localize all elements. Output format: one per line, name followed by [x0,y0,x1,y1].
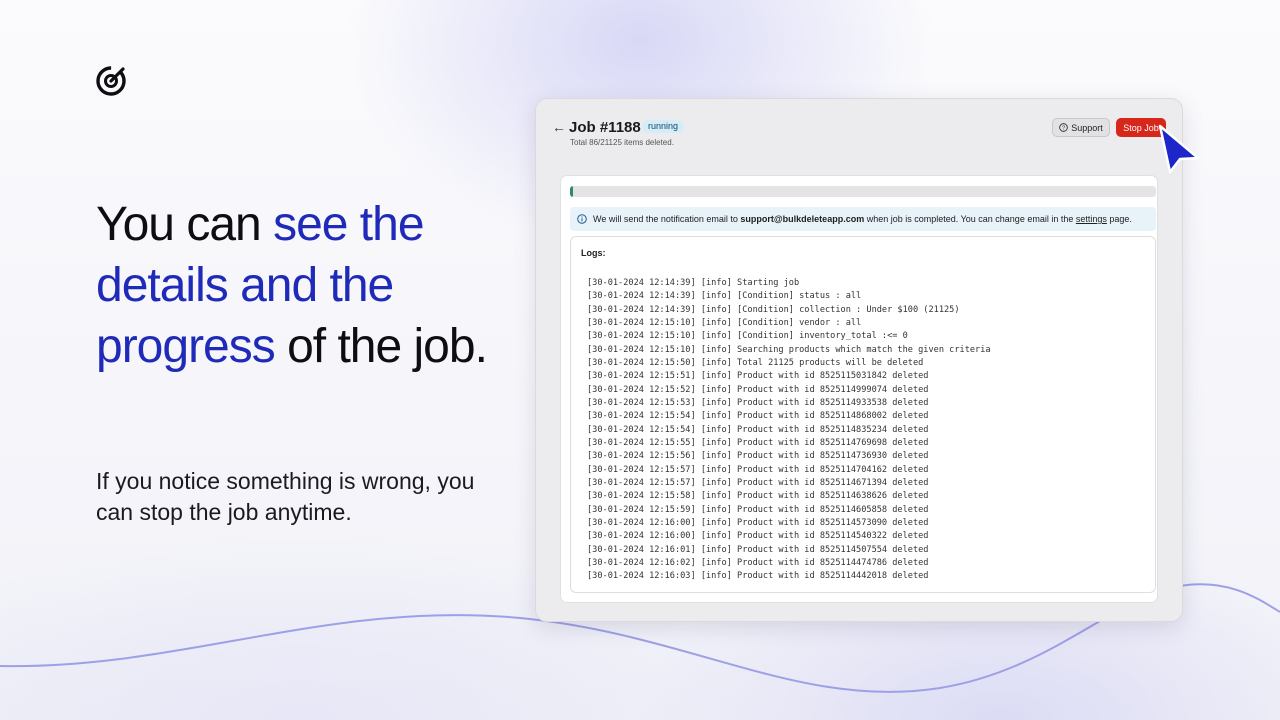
page-title: Job #1188 [569,119,641,136]
stop-job-button-label: Stop Job [1123,122,1159,133]
job-details-card: We will send the notification email to s… [560,175,1158,603]
log-line: [30-01-2024 12:15:52] [info] Product wit… [587,384,929,395]
progress-bar [570,186,1156,197]
log-line: [30-01-2024 12:16:00] [info] Product wit… [587,517,929,528]
log-line: [30-01-2024 12:15:51] [info] Product wit… [587,371,929,382]
log-line: [30-01-2024 12:15:57] [info] Product wit… [587,464,929,475]
log-line: [30-01-2024 12:15:53] [info] Product wit… [587,397,929,408]
log-line: [30-01-2024 12:15:55] [info] Product wit… [587,437,929,448]
log-line: [30-01-2024 12:15:54] [info] Product wit… [587,411,929,422]
headline: You can see the details and the progress… [96,194,536,377]
headline-text: You can [96,198,274,251]
job-total-text: Total 86/21125 items deleted. [570,138,674,147]
log-line: [30-01-2024 12:16:02] [info] Product wit… [587,557,929,568]
progress-bar-fill [570,186,573,197]
log-line: [30-01-2024 12:14:39] [info] Starting jo… [587,278,800,288]
notification-email: support@bulkdeleteapp.com [740,214,865,224]
notification-middle: when job is completed. You can change em… [864,214,1076,224]
log-line: [30-01-2024 12:15:10] [info] [Condition]… [587,317,862,328]
logs-title: Logs: [581,248,606,258]
status-badge: running [642,120,685,133]
notification-banner: We will send the notification email to s… [570,207,1156,231]
notification-prefix: We will send the notification email to [593,214,741,224]
log-line: [30-01-2024 12:14:39] [info] [Condition]… [587,291,862,302]
log-line: [30-01-2024 12:15:50] [info] Total 21125… [587,357,924,368]
log-line: [30-01-2024 12:15:59] [info] Product wit… [587,504,929,515]
support-button[interactable]: ? Support [1052,118,1110,137]
log-line: [30-01-2024 12:15:10] [info] Searching p… [587,344,991,355]
log-line: [30-01-2024 12:15:10] [info] [Condition]… [587,331,908,342]
job-header: ← Job #1188 running Total 86/21125 items… [536,99,1182,169]
log-line: [30-01-2024 12:16:00] [info] Product wit… [587,531,929,542]
headline-text-end: of the job. [274,320,488,373]
log-line: [30-01-2024 12:16:01] [info] Product wit… [587,544,929,555]
log-line: [30-01-2024 12:15:54] [info] Product wit… [587,424,929,435]
mouse-pointer-icon [1158,124,1200,174]
logs-panel: Logs: [30-01-2024 12:14:39] [info] Start… [570,236,1156,593]
notification-suffix: page. [1106,214,1132,224]
settings-link[interactable]: settings [1076,214,1107,224]
log-lines: [30-01-2024 12:14:39] [info] Starting jo… [587,277,991,584]
log-line: [30-01-2024 12:16:03] [info] Product wit… [587,571,929,582]
log-line: [30-01-2024 12:15:57] [info] Product wit… [587,477,929,488]
log-line: [30-01-2024 12:15:56] [info] Product wit… [587,451,929,462]
target-check-logo-icon [96,66,126,96]
log-line: [30-01-2024 12:14:39] [info] [Condition]… [587,304,960,315]
back-arrow-icon[interactable]: ← [552,119,566,135]
subtext: If you notice something is wrong, you ca… [96,468,475,525]
log-line: [30-01-2024 12:15:58] [info] Product wit… [587,491,929,502]
question-circle-icon: ? [1059,123,1069,132]
support-button-label: Support [1071,122,1103,133]
info-circle-icon [577,214,587,224]
app-window: ← Job #1188 running Total 86/21125 items… [535,98,1183,622]
notification-text: We will send the notification email to s… [593,214,1132,224]
